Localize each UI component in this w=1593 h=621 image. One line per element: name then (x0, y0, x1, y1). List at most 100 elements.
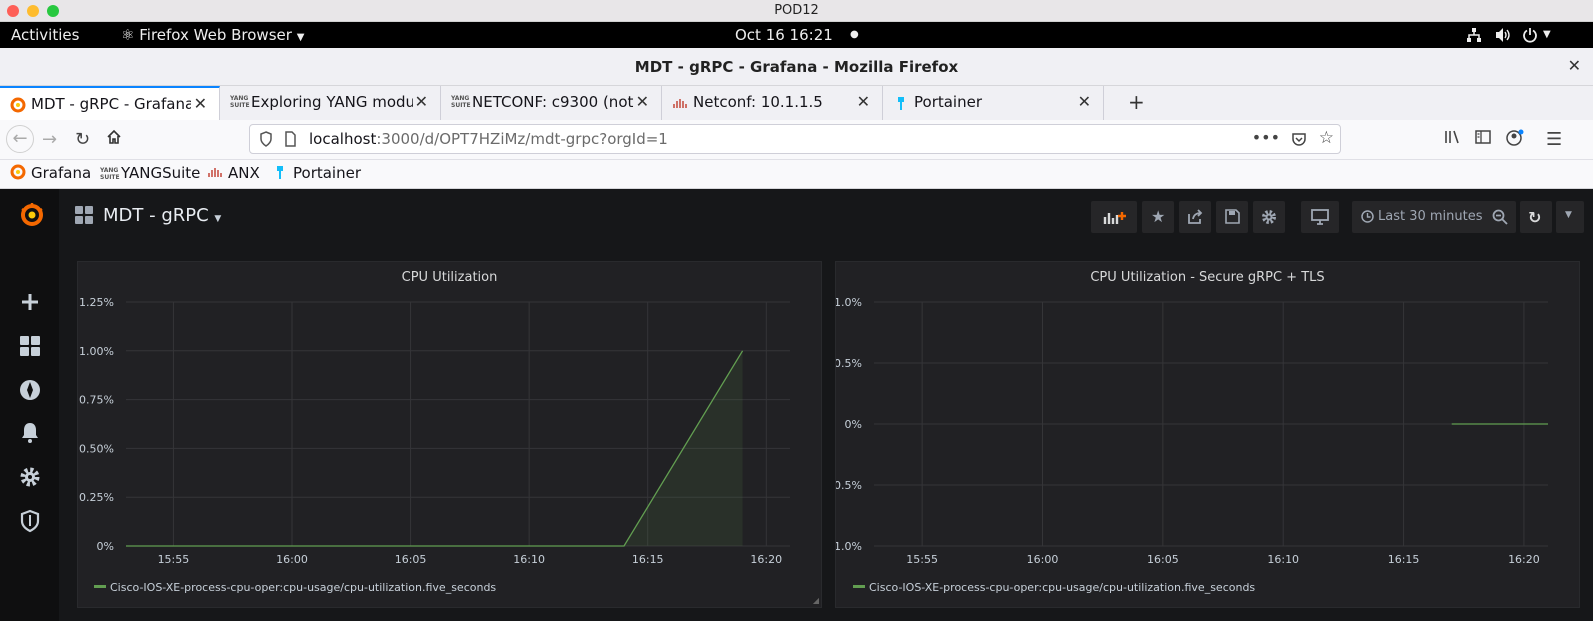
close-tab-icon[interactable]: ✕ (1078, 92, 1091, 111)
legend-item[interactable]: Cisco-IOS-XE-process-cpu-oper:cpu-usage/… (853, 581, 1255, 594)
y-tick-label: 0.5% (836, 357, 862, 370)
panel-cpu-utilization[interactable]: CPU Utilization 0% 0.25% 0.50% 0.75% 1.00% 1.… (77, 261, 822, 608)
tab-strip: MDT - gRPC - Grafana ✕ YANG SUITE Explori… (0, 86, 1593, 120)
page-info-icon[interactable] (283, 131, 297, 151)
bookmark-portainer[interactable]: Portainer (272, 164, 361, 182)
x-tick-label: 16:00 (1027, 553, 1059, 566)
x-tick-label: 16:05 (1147, 553, 1179, 566)
app-menu[interactable]: ⚛ Firefox Web Browser ▼ (121, 26, 304, 44)
save-dashboard-button[interactable] (1216, 201, 1248, 233)
tab-portainer[interactable]: Portainer ✕ (883, 86, 1104, 120)
yangsuite-icon: YANG SUITE (451, 95, 471, 109)
caret-down-icon[interactable]: ▼ (1543, 29, 1551, 40)
power-icon[interactable] (1522, 27, 1538, 47)
close-tab-icon[interactable]: ✕ (636, 92, 649, 111)
navigation-bar: ← → ↻ localhost:3000/d/OPT7HZiMz/mdt-grp… (0, 120, 1593, 160)
close-tab-icon[interactable]: ✕ (857, 92, 870, 111)
close-icon[interactable]: ✕ (1568, 56, 1581, 75)
sidebar-icon[interactable] (1475, 129, 1491, 150)
legend-label: Cisco-IOS-XE-process-cpu-oper:cpu-usage/… (110, 581, 497, 594)
notification-dot-icon: ● (850, 29, 859, 40)
activities-button[interactable]: Activities (11, 26, 79, 44)
url-path: :3000/d/OPT7HZiMz/mdt-grpc?orgId=1 (376, 130, 668, 148)
network-icon[interactable] (1466, 27, 1482, 47)
dashboards-icon[interactable] (18, 334, 42, 358)
panel-cpu-utilization-secure[interactable]: CPU Utilization - Secure gRPC + TLS -1.0… (835, 261, 1580, 608)
x-tick-label: 16:20 (750, 553, 782, 566)
alerting-bell-icon[interactable] (18, 421, 42, 445)
bookmark-label: Portainer (293, 164, 361, 182)
grafana-app: MDT - gRPC ▼ ★ Last 30 minutes ↻ ▼ CPU U… (0, 189, 1593, 621)
caret-down-icon: ▼ (1565, 210, 1572, 220)
caret-down-icon: ▼ (296, 32, 305, 43)
clock-icon (1361, 210, 1374, 227)
time-range-picker[interactable]: Last 30 minutes (1352, 201, 1489, 233)
portainer-icon (893, 95, 909, 111)
share-dashboard-button[interactable] (1179, 201, 1211, 233)
bookmark-grafana[interactable]: Grafana (10, 164, 91, 182)
close-tab-icon[interactable]: ✕ (194, 94, 207, 113)
add-panel-button[interactable] (1091, 201, 1137, 233)
bookmark-anx[interactable]: ANX (207, 164, 260, 182)
reload-icon[interactable]: ↻ (75, 129, 90, 150)
explore-compass-icon[interactable] (18, 378, 42, 402)
dashboard-settings-button[interactable] (1253, 201, 1285, 233)
firefox-app-icon: ⚛ (121, 26, 135, 44)
tab-exploring-yang[interactable]: YANG SUITE Exploring YANG modul ✕ (220, 86, 441, 120)
x-tick-label: 16:15 (632, 553, 664, 566)
chart-cpu-utilization: 0% 0.25% 0.50% 0.75% 1.00% 1.25% 15:55 16:00 16:… (79, 296, 790, 566)
firefox-titlebar: MDT - gRPC - Grafana - Mozilla Firefox ✕ (0, 48, 1593, 86)
volume-icon[interactable] (1494, 27, 1512, 47)
close-tab-icon[interactable]: ✕ (415, 92, 428, 111)
library-icon[interactable] (1444, 129, 1462, 150)
bookmark-label: ANX (228, 164, 260, 182)
shield-icon[interactable] (259, 131, 273, 151)
tab-label: Exploring YANG modul (251, 93, 413, 111)
tab-grafana[interactable]: MDT - gRPC - Grafana ✕ (0, 86, 220, 120)
y-tick-label: -1.0% (836, 540, 862, 553)
monitor-icon (1311, 209, 1329, 229)
chart-cpu-utilization-secure: -1.0% -0.5% 0% 0.5% 1.0% 15:55 16:00 16:05 16:10… (836, 296, 1548, 566)
create-plus-icon[interactable] (18, 290, 42, 314)
pocket-icon[interactable] (1291, 131, 1307, 151)
more-actions-icon[interactable]: ••• (1252, 128, 1280, 147)
tab-netconf-10115[interactable]: Netconf: 10.1.1.5 ✕ (662, 86, 883, 120)
x-tick-label: 16:15 (1388, 553, 1420, 566)
refresh-interval-picker[interactable]: ▼ (1556, 201, 1584, 233)
account-icon[interactable] (1506, 129, 1524, 152)
new-tab-icon[interactable]: + (1128, 90, 1145, 114)
tab-label: Portainer (914, 93, 982, 111)
mac-title-bar: POD12 (0, 0, 1593, 22)
firefox-window-title: MDT - gRPC - Grafana - Mozilla Firefox (634, 58, 959, 76)
time-range-label: Last 30 minutes (1378, 209, 1483, 224)
server-admin-shield-icon[interactable] (18, 509, 42, 533)
back-icon[interactable]: ← (6, 125, 34, 153)
tab-label: NETCONF: c9300 (not (472, 93, 634, 111)
configuration-gear-icon[interactable] (18, 465, 42, 489)
url-text: localhost:3000/d/OPT7HZiMz/mdt-grpc?orgI… (309, 130, 668, 148)
bookmark-label: YANGSuite (121, 164, 201, 182)
forward-icon[interactable]: → (42, 129, 57, 150)
refresh-button[interactable]: ↻ (1520, 201, 1552, 233)
star-dashboard-button[interactable]: ★ (1142, 201, 1174, 233)
dashboard-title[interactable]: MDT - gRPC ▼ (103, 205, 221, 226)
tab-netconf-c9300[interactable]: YANG SUITE NETCONF: c9300 (not ✕ (441, 86, 662, 120)
url-host: localhost (309, 130, 377, 148)
grafana-logo-icon[interactable] (18, 201, 43, 226)
bookmark-yangsuite[interactable]: YANG SUITEYANGSuite (100, 164, 200, 183)
clock[interactable]: Oct 16 16:21 (735, 26, 833, 44)
legend-label: Cisco-IOS-XE-process-cpu-oper:cpu-usage/… (869, 581, 1256, 594)
home-icon[interactable] (106, 129, 122, 150)
tab-label: Netconf: 10.1.1.5 (693, 93, 823, 111)
legend-item[interactable]: Cisco-IOS-XE-process-cpu-oper:cpu-usage/… (94, 581, 496, 594)
resize-handle-icon[interactable]: ◢ (813, 596, 819, 605)
cisco-icon (672, 95, 688, 111)
menu-icon[interactable]: ☰ (1546, 129, 1562, 150)
dashboard-title-text: MDT - gRPC (103, 205, 209, 226)
cycle-view-mode-button[interactable] (1301, 201, 1339, 233)
url-bar[interactable]: localhost:3000/d/OPT7HZiMz/mdt-grpc?orgI… (249, 124, 1341, 154)
bookmark-star-icon[interactable]: ☆ (1319, 128, 1334, 148)
zoom-out-button[interactable] (1484, 201, 1516, 233)
y-tick-label: 0.25% (79, 491, 114, 504)
yangsuite-icon: YANG SUITE (100, 167, 120, 181)
